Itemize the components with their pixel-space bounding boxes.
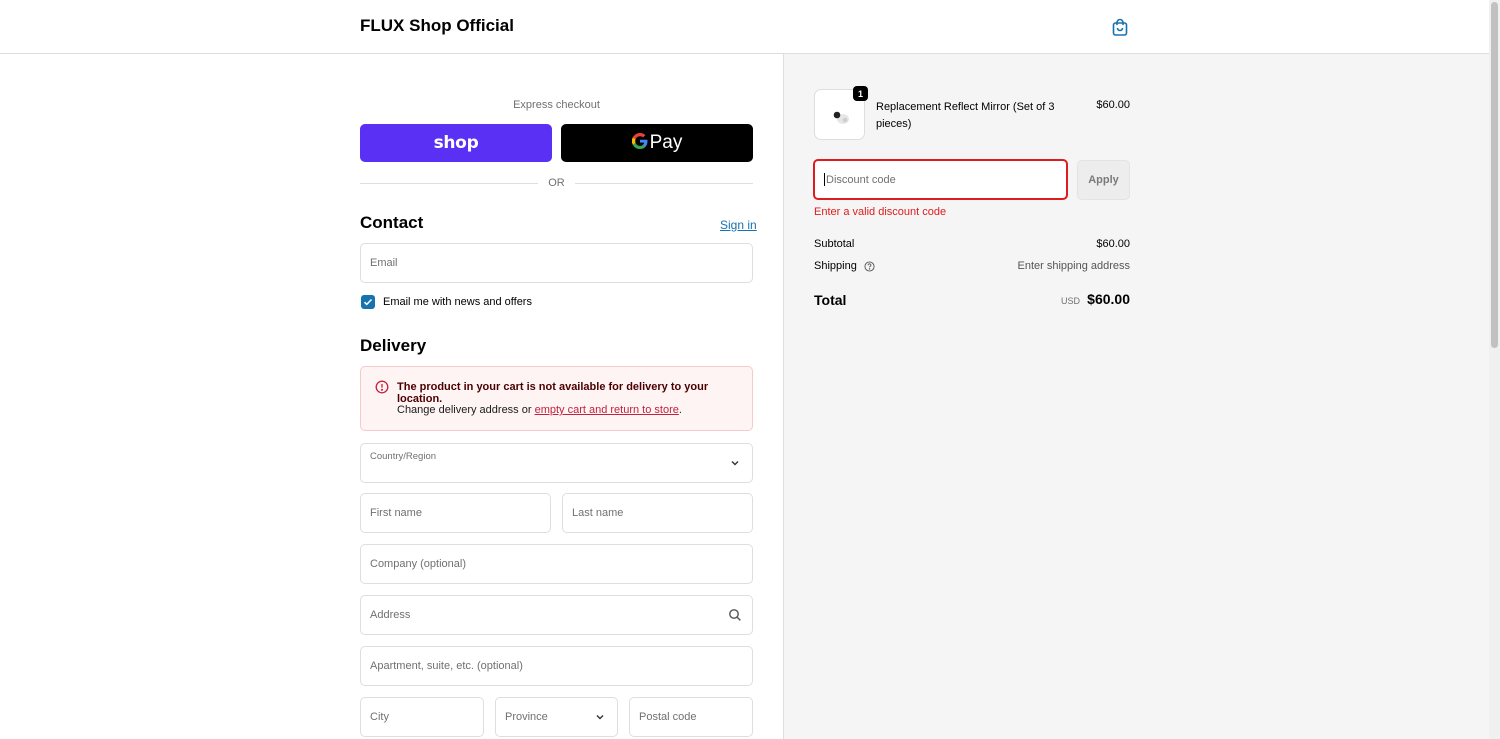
country-select[interactable]: Country/Region	[360, 443, 753, 483]
apartment-placeholder: Apartment, suite, etc. (optional)	[370, 660, 523, 672]
contact-heading: Contact	[360, 213, 424, 232]
discount-placeholder: Discount code	[826, 173, 896, 186]
delivery-heading: Delivery	[360, 336, 427, 355]
alert-text-suffix: .	[678, 404, 682, 416]
first-name-placeholder: First name	[370, 507, 422, 519]
chevron-down-icon	[596, 715, 604, 720]
postal-code-placeholder: Postal code	[639, 711, 697, 723]
order-summary-panel	[783, 54, 1489, 739]
header: FLUX Shop Official	[0, 0, 1489, 54]
empty-cart-link[interactable]: empty cart and return to store	[535, 404, 679, 416]
email-placeholder: Email	[370, 257, 398, 269]
city-placeholder: City	[370, 711, 389, 723]
last-name-field[interactable]: Last name	[562, 493, 753, 533]
city-field[interactable]: City	[360, 697, 484, 737]
error-circle-icon	[375, 380, 389, 394]
shop-pay-button[interactable]: shop	[360, 124, 552, 162]
text-caret	[824, 173, 825, 186]
province-select[interactable]: Province	[495, 697, 618, 737]
subtotal-value: $60.00	[1096, 238, 1130, 250]
country-label: Country/Region	[370, 451, 437, 462]
company-placeholder: Company (optional)	[370, 558, 466, 570]
first-name-field[interactable]: First name	[360, 493, 551, 533]
google-pay-label: Pay	[649, 132, 683, 153]
or-divider-text: OR	[548, 177, 565, 189]
alert-text-prefix: Change delivery address or	[397, 404, 535, 416]
last-name-placeholder: Last name	[572, 507, 624, 519]
check-icon	[363, 298, 373, 306]
shipping-label-row: Shipping	[814, 260, 875, 272]
shop-title[interactable]: FLUX Shop Official	[360, 16, 514, 36]
help-circle-icon[interactable]	[864, 261, 875, 272]
delivery-error-alert: The product in your cart is not availabl…	[360, 366, 753, 431]
google-pay-button[interactable]: Pay	[561, 124, 753, 162]
subtotal-label: Subtotal	[814, 238, 855, 250]
newsletter-checkbox[interactable]	[361, 295, 375, 309]
shipping-label: Shipping	[814, 260, 857, 272]
address-placeholder: Address	[370, 609, 411, 621]
divider-right	[575, 183, 753, 184]
company-field[interactable]: Company (optional)	[360, 544, 753, 584]
shopping-bag-icon[interactable]	[1110, 17, 1130, 37]
product-name: Replacement Reflect Mirror (Set of 3 pie…	[876, 101, 1055, 130]
product-price: $60.00	[1096, 99, 1130, 111]
province-placeholder: Province	[505, 711, 548, 723]
google-g-icon	[631, 132, 648, 154]
scrollbar[interactable]	[1489, 0, 1500, 739]
email-field[interactable]: Email	[360, 243, 753, 283]
divider-left	[360, 183, 538, 184]
apply-discount-button[interactable]: Apply	[1077, 160, 1130, 200]
total-label: Total	[814, 292, 847, 308]
total-value: $60.00	[1087, 291, 1130, 307]
alert-title: The product in your cart is not availabl…	[397, 381, 709, 405]
apartment-field[interactable]: Apartment, suite, etc. (optional)	[360, 646, 753, 686]
discount-error-message: Enter a valid discount code	[814, 206, 947, 218]
search-icon[interactable]	[728, 608, 742, 622]
chevron-down-icon	[731, 461, 739, 466]
quantity-badge: 1	[853, 86, 868, 101]
postal-code-field[interactable]: Postal code	[629, 697, 753, 737]
discount-code-input[interactable]: Discount code	[813, 159, 1068, 200]
shipping-value: Enter shipping address	[1017, 260, 1130, 272]
currency-code: USD	[1060, 296, 1080, 306]
address-field[interactable]: Address	[360, 595, 753, 635]
newsletter-label[interactable]: Email me with news and offers	[383, 296, 532, 308]
scrollbar-thumb[interactable]	[1491, 2, 1498, 348]
alert-text: Change delivery address or empty cart an…	[397, 404, 682, 416]
google-logo-icon	[631, 132, 648, 149]
sign-in-link[interactable]: Sign in	[720, 218, 757, 232]
express-checkout-label: Express checkout	[513, 99, 600, 111]
